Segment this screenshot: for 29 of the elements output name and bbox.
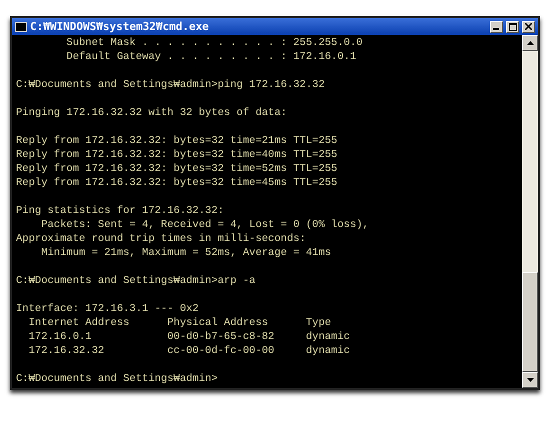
console-line: C:₩Documents and Settings₩admin>arp -a <box>16 274 256 288</box>
scrollbar[interactable] <box>522 35 538 388</box>
scroll-thumb[interactable] <box>522 272 538 372</box>
console-line: 172.16.0.1 00-d0-b7-65-c8-82 dynamic <box>28 330 351 344</box>
console-line: Reply from 172.16.32.32: bytes=32 time=40ms TTL=255 <box>16 148 338 162</box>
maximize-button[interactable] <box>506 20 519 32</box>
console-line: Approximate round trip times in milli-seconds: <box>16 232 307 246</box>
scroll-down-icon[interactable] <box>522 372 538 388</box>
console-line: Reply from 172.16.32.32: bytes=32 time=21ms TTL=255 <box>16 134 338 148</box>
close-icon <box>525 23 532 30</box>
console-line: C:₩Documents and Settings₩admin> <box>16 372 219 386</box>
close-button[interactable] <box>522 20 535 32</box>
console-line: Ping statistics for 172.16.32.32: <box>16 204 225 218</box>
console-line: Packets: Sent = 4, Received = 4, Lost = 0 (0% loss), <box>40 218 370 232</box>
window-title: C:₩WINDOWS₩system32₩cmd.exe <box>30 20 210 33</box>
scroll-up-icon[interactable] <box>522 35 538 51</box>
console-line: Default Gateway . . . . . . . . . : 172.16.0.1 <box>65 50 358 64</box>
console-icon <box>15 22 27 32</box>
console-line: Subnet Mask . . . . . . . . . . . : 255.255.0.0 <box>65 36 364 50</box>
console-line: C:₩Documents and Settings₩admin>ping 172.16.32.32 <box>16 78 326 92</box>
minimize-button[interactable] <box>490 20 503 32</box>
console-line: Internet Address Physical Address Type <box>28 316 332 330</box>
console-line: Reply from 172.16.32.32: bytes=32 time=52ms TTL=255 <box>16 162 338 176</box>
console-line: Pinging 172.16.32.32 with 32 bytes of data: <box>16 106 288 120</box>
console-line: Minimum = 21ms, Maximum = 52ms, Average = 41ms <box>40 246 332 260</box>
console-line: Interface: 172.16.3.1 --- 0x2 <box>16 302 200 316</box>
maximize-icon <box>508 22 516 30</box>
console-line: 172.16.32.32 cc-00-0d-fc-00-00 dynamic <box>28 344 351 358</box>
console-line: Reply from 172.16.32.32: bytes=32 time=45ms TTL=255 <box>16 176 338 190</box>
